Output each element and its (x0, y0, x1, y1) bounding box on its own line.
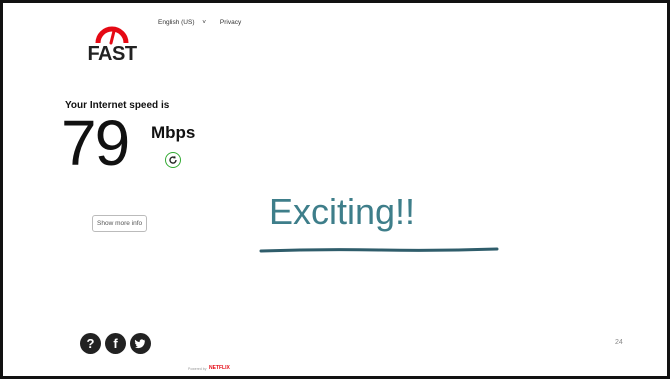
facebook-icon[interactable]: f (105, 333, 126, 354)
fast-logo[interactable]: FAST (81, 19, 143, 67)
show-more-info-button[interactable]: Show more info (92, 215, 148, 232)
language-selector[interactable]: English (US) ˅ (158, 19, 212, 26)
netflix-logo[interactable]: NETFLIX (209, 365, 230, 371)
help-icon[interactable]: ? (80, 333, 101, 354)
underline-stroke (259, 247, 499, 253)
twitter-icon[interactable] (130, 333, 151, 354)
logo-text: FAST (87, 43, 137, 65)
page-number: 24 (615, 339, 623, 346)
top-nav: English (US) ˅ Privacy (158, 19, 247, 26)
chevron-down-icon: ˅ (202, 19, 207, 26)
slide-headline: Exciting!! (269, 191, 416, 232)
speed-units: Mbps (151, 123, 196, 142)
language-label: English (US) (158, 19, 195, 26)
powered-by-label: Powered by (188, 367, 207, 371)
refresh-icon (169, 155, 177, 164)
speed-value: 79 (61, 107, 130, 179)
twitter-bird-icon (134, 339, 146, 349)
slide: FAST English (US) ˅ Privacy Your Interne… (3, 3, 667, 376)
privacy-link[interactable]: Privacy (220, 19, 241, 26)
refresh-button[interactable] (165, 152, 181, 168)
